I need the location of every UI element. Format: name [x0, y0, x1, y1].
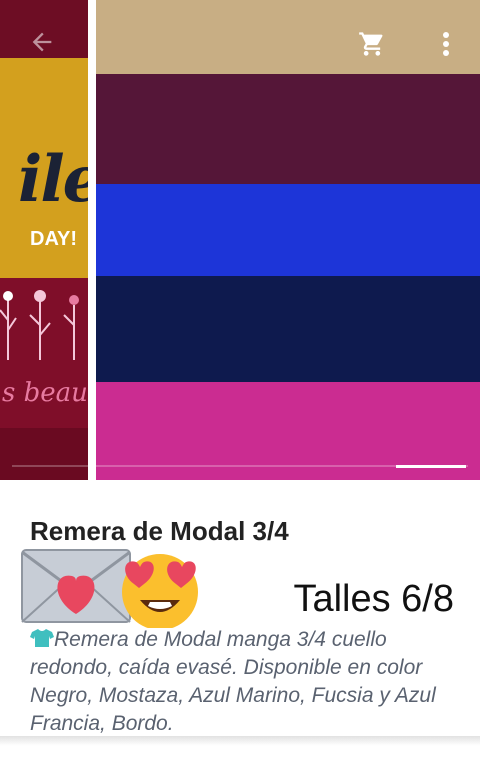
gallery-previous-image[interactable]: ile DAY! s beauti [0, 0, 88, 480]
gallery-scroll-indicator [396, 465, 466, 468]
more-vertical-icon [443, 32, 449, 56]
product-sizes: Talles 6/8 [293, 578, 454, 620]
shopping-cart-icon [359, 32, 383, 56]
previous-image-shirt-print: ile [18, 142, 88, 217]
fabric-bordo [96, 74, 480, 184]
fabric-azul-francia [96, 184, 480, 276]
back-button[interactable] [22, 26, 62, 58]
fabric-azul-marino [96, 276, 480, 382]
more-options-button[interactable] [432, 28, 460, 60]
heart-eyes-icon [122, 554, 198, 628]
arrow-left-icon [32, 32, 52, 52]
previous-image-shirt-print-small: DAY! [30, 228, 78, 250]
previous-image-shirt-script: s beauti [2, 378, 88, 408]
product-title: Remera de Modal 3/4 [30, 516, 289, 546]
emoji-row [21, 549, 198, 628]
image-gallery[interactable]: ile DAY! s beauti [0, 0, 480, 480]
product-description-text: Remera de Modal manga 3/4 cuello redondo… [30, 628, 436, 735]
love-letter-icon [21, 549, 131, 623]
gallery-current-image[interactable] [96, 0, 480, 480]
bottom-bar-shadow [0, 736, 480, 760]
flower-print-icon [0, 290, 79, 360]
fabric-beige [96, 0, 480, 74]
cart-button[interactable] [356, 28, 388, 60]
previous-image-shirt-hem [0, 428, 88, 480]
tshirt-icon [30, 629, 54, 647]
product-description: Remera de Modal manga 3/4 cuello redondo… [30, 626, 450, 738]
